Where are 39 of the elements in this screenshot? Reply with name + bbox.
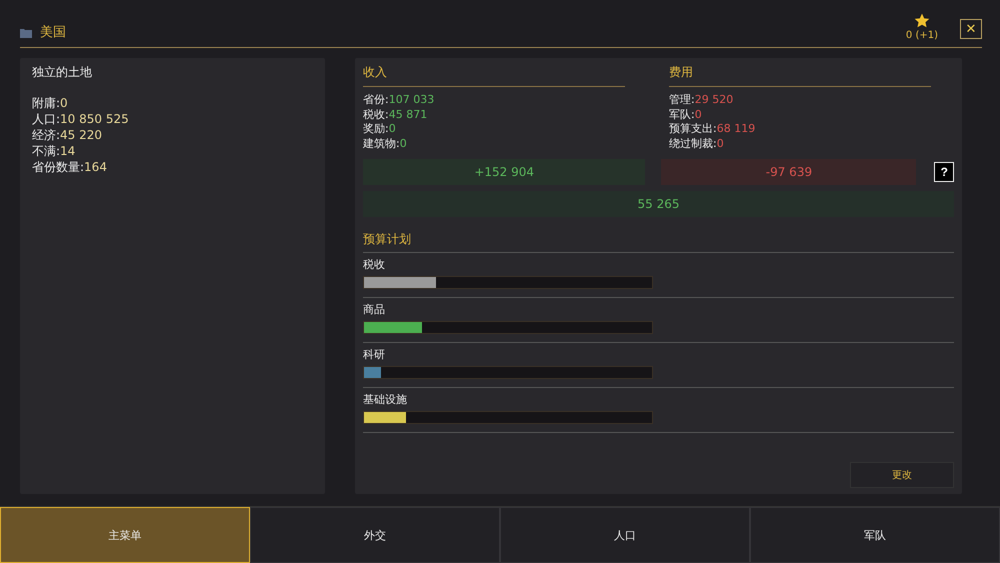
budget-label: 基础设施	[363, 392, 408, 407]
stat-line: 经济:45 220	[32, 127, 104, 143]
income-title: 收入	[363, 64, 625, 87]
income-line: 省份:107 033	[363, 93, 436, 108]
expense-line: 绕过制裁:0	[669, 136, 725, 151]
stat-line: 不满:14	[32, 143, 76, 159]
menu-tab[interactable]: 军队	[750, 507, 1000, 563]
menu-tab[interactable]: 外交	[250, 507, 500, 563]
folder-icon	[20, 28, 32, 38]
window-title: 美国	[40, 24, 66, 41]
change-button[interactable]: 更改	[850, 462, 954, 488]
close-button[interactable]: ✕	[960, 19, 982, 39]
budget-title: 预算计划	[363, 231, 954, 253]
budget-slider[interactable]	[363, 411, 653, 424]
stat-line: 人口:10 850 525	[32, 111, 130, 127]
budget-label: 科研	[363, 347, 386, 362]
budget-slider[interactable]	[363, 321, 653, 334]
score-text: 0 (+1)	[906, 30, 938, 41]
expenses-title: 费用	[669, 64, 931, 87]
expense-line: 军队:0	[669, 108, 703, 122]
menu-tab[interactable]: 人口	[500, 507, 750, 563]
stat-line: 附庸:0	[32, 95, 69, 111]
overview-title: 独立的土地	[32, 64, 93, 81]
income-line: 税收:45 871	[363, 108, 428, 122]
budget-label: 商品	[363, 302, 386, 317]
help-button[interactable]: ?	[934, 162, 954, 182]
budget-label: 税收	[363, 257, 386, 272]
expense-line: 管理:29 520	[669, 93, 734, 108]
menu-tab[interactable]: 主菜单	[0, 507, 250, 563]
expense-total: -97 639	[661, 159, 916, 185]
expense-line: 预算支出:68 119	[669, 122, 756, 136]
budget-slider[interactable]	[363, 366, 653, 379]
budget-slider[interactable]	[363, 276, 653, 289]
stat-line: 省份数量:164	[32, 159, 108, 175]
income-line: 建筑物:0	[363, 136, 408, 151]
income-line: 奖励:0	[363, 122, 397, 136]
balance-total: 55 265	[363, 191, 954, 217]
income-total: +152 904	[363, 159, 646, 185]
star-icon	[914, 13, 930, 29]
